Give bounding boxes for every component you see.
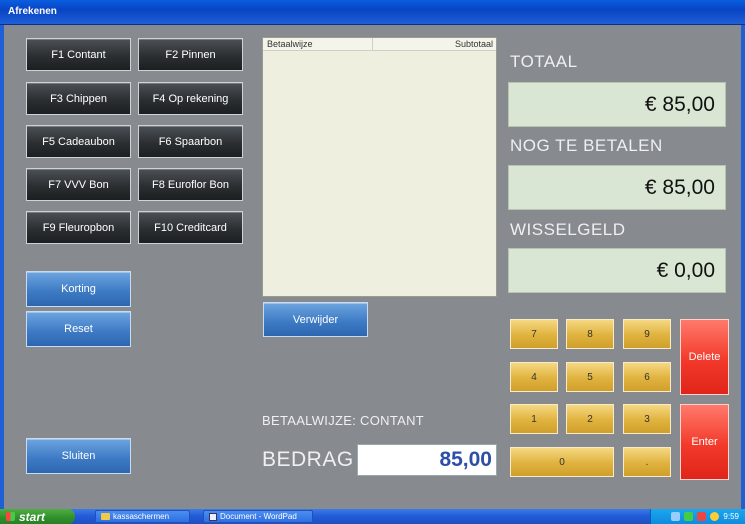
window-title-bar: Afrekenen bbox=[0, 0, 745, 25]
numpad-key-3[interactable]: 3 bbox=[623, 404, 671, 434]
payment-method-status: BETAALWIJZE: CONTANT bbox=[262, 413, 425, 428]
window-title: Afrekenen bbox=[8, 6, 57, 17]
taskbar: start kassaschermen Document - WordPad 9… bbox=[0, 509, 745, 524]
f4-op-rekening-button[interactable]: F4 Op rekening bbox=[138, 82, 243, 115]
numpad-key-5[interactable]: 5 bbox=[566, 362, 614, 392]
sluiten-button[interactable]: Sluiten bbox=[26, 438, 131, 474]
taskbar-item-label: Document - WordPad bbox=[220, 512, 297, 521]
taskbar-item-wordpad[interactable]: Document - WordPad bbox=[203, 510, 313, 523]
numpad-key-1[interactable]: 1 bbox=[510, 404, 558, 434]
payment-list[interactable]: Betaalwijze Subtotaal bbox=[262, 37, 497, 297]
taskbar-item-kassaschermen[interactable]: kassaschermen bbox=[95, 510, 190, 523]
f7-vvv-bon-button[interactable]: F7 VVV Bon bbox=[26, 168, 131, 201]
tray-arrow-icon[interactable] bbox=[671, 512, 681, 521]
security-shield-icon[interactable] bbox=[697, 512, 707, 521]
numpad-key-9[interactable]: 9 bbox=[623, 319, 671, 349]
bedrag-input[interactable] bbox=[357, 444, 497, 476]
numpad-key-decimal[interactable]: . bbox=[623, 447, 671, 477]
numpad-key-0[interactable]: 0 bbox=[510, 447, 614, 477]
network-icon[interactable] bbox=[684, 512, 694, 521]
numpad-key-6[interactable]: 6 bbox=[623, 362, 671, 392]
payment-list-header: Betaalwijze Subtotaal bbox=[263, 38, 496, 51]
column-header-betaalwijze[interactable]: Betaalwijze bbox=[263, 38, 373, 50]
korting-button[interactable]: Korting bbox=[26, 271, 131, 307]
numpad-key-7[interactable]: 7 bbox=[510, 319, 558, 349]
wisselgeld-amount: € 0,00 bbox=[508, 248, 726, 293]
nog-te-betalen-label: NOG TE BETALEN bbox=[510, 136, 663, 155]
enter-button[interactable]: Enter bbox=[680, 404, 729, 480]
nog-te-betalen-amount: € 85,00 bbox=[508, 165, 726, 210]
windows-logo-icon bbox=[6, 512, 15, 521]
reset-button[interactable]: Reset bbox=[26, 311, 131, 347]
f5-cadeaubon-button[interactable]: F5 Cadeaubon bbox=[26, 125, 131, 158]
verwijder-button[interactable]: Verwijder bbox=[263, 302, 368, 337]
delete-button[interactable]: Delete bbox=[680, 319, 729, 395]
wordpad-icon bbox=[209, 512, 217, 521]
numpad-key-8[interactable]: 8 bbox=[566, 319, 614, 349]
volume-icon[interactable] bbox=[710, 512, 720, 521]
bedrag-label: BEDRAG bbox=[262, 448, 354, 471]
f10-creditcard-button[interactable]: F10 Creditcard bbox=[138, 211, 243, 244]
wisselgeld-label: WISSELGELD bbox=[510, 220, 626, 239]
column-header-subtotaal[interactable]: Subtotaal bbox=[373, 38, 496, 50]
totaal-amount: € 85,00 bbox=[508, 82, 726, 127]
start-button[interactable]: start bbox=[0, 509, 75, 524]
f2-pinnen-button[interactable]: F2 Pinnen bbox=[138, 38, 243, 71]
totaal-label: TOTAAL bbox=[510, 52, 578, 71]
clock: 9:59 bbox=[723, 512, 739, 521]
numpad-key-2[interactable]: 2 bbox=[566, 404, 614, 434]
f9-fleuropbon-button[interactable]: F9 Fleuropbon bbox=[26, 211, 131, 244]
start-label: start bbox=[19, 509, 46, 524]
taskbar-item-label: kassaschermen bbox=[113, 512, 170, 521]
f1-contant-button[interactable]: F1 Contant bbox=[26, 38, 131, 71]
f8-euroflor-bon-button[interactable]: F8 Euroflor Bon bbox=[138, 168, 243, 201]
system-tray: 9:59 bbox=[650, 509, 745, 524]
f3-chippen-button[interactable]: F3 Chippen bbox=[26, 82, 131, 115]
folder-icon bbox=[101, 513, 110, 520]
numpad-key-4[interactable]: 4 bbox=[510, 362, 558, 392]
f6-spaarbon-button[interactable]: F6 Spaarbon bbox=[138, 125, 243, 158]
